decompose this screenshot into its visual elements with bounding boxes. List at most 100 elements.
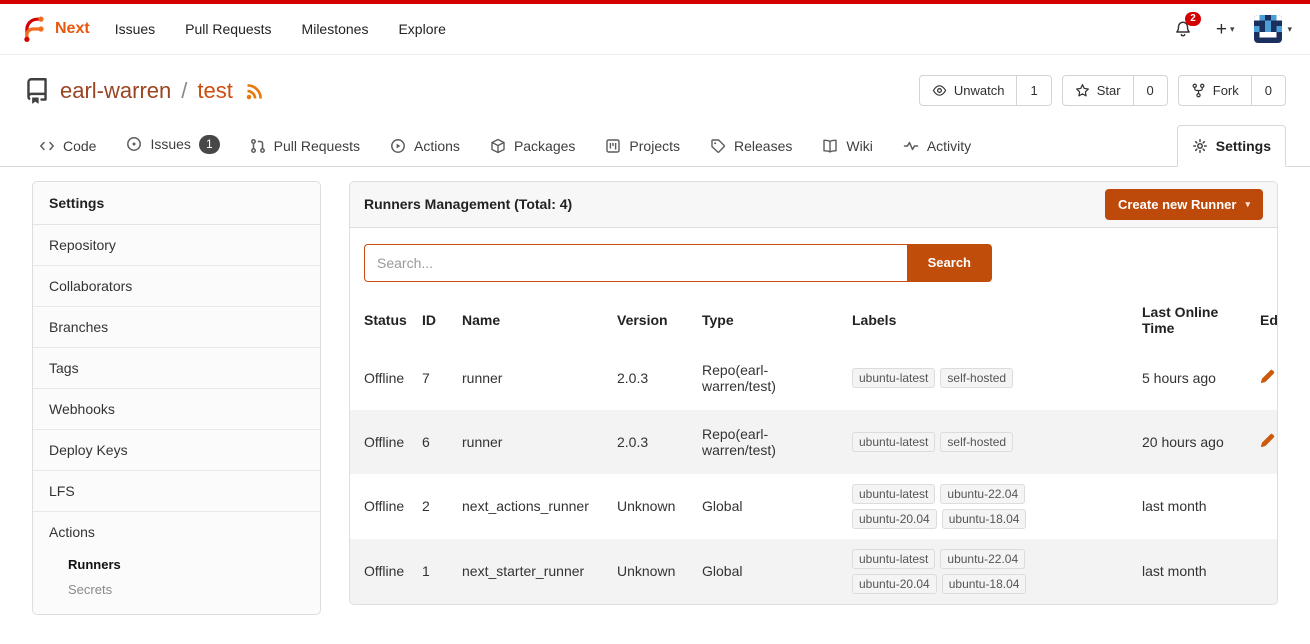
runner-status: Offline (350, 410, 414, 474)
tab-settings[interactable]: Settings (1177, 125, 1286, 167)
nav-link-milestones[interactable]: Milestones (287, 13, 384, 45)
unwatch-label: Unwatch (954, 83, 1005, 98)
create-new-menu[interactable]: + ▾ (1216, 20, 1235, 39)
runner-id: 1 (414, 539, 454, 604)
edit-runner-button[interactable] (1260, 369, 1275, 384)
tab-releases[interactable]: Releases (695, 125, 807, 167)
sidebar-item-lfs[interactable]: LFS (33, 471, 320, 512)
tab-label: Issues (150, 136, 190, 152)
stars-count[interactable]: 0 (1133, 76, 1167, 105)
col-labels: Labels (844, 294, 1134, 346)
runner-last-online: 5 hours ago (1134, 346, 1252, 410)
sidebar-item-branches[interactable]: Branches (33, 307, 320, 348)
runner-id: 2 (414, 474, 454, 539)
package-icon (490, 138, 506, 154)
avatar (1254, 15, 1282, 43)
runner-status: Offline (350, 539, 414, 604)
sidebar-item-collaborators[interactable]: Collaborators (33, 266, 320, 307)
edit-runner-button[interactable] (1260, 433, 1275, 448)
search-section: Search (350, 228, 1277, 294)
notifications-button[interactable]: 2 (1170, 16, 1196, 42)
fork-label: Fork (1213, 83, 1239, 98)
create-runner-button[interactable]: Create new Runner ▾ (1105, 189, 1263, 220)
runner-version: 2.0.3 (609, 346, 694, 410)
page-content: Settings Repository Collaborators Branch… (0, 167, 1310, 615)
sidebar-subitem-runners[interactable]: Runners (33, 552, 320, 577)
tab-label: Projects (629, 138, 680, 154)
tab-code[interactable]: Code (24, 125, 111, 167)
tab-label: Wiki (846, 138, 872, 154)
runner-label-chip: ubuntu-22.04 (940, 549, 1025, 569)
table-header-row: Status ID Name Version Type Labels Last … (350, 294, 1278, 346)
runners-table-body: Offline 7 runner 2.0.3 Repo(earl-warren/… (350, 346, 1278, 604)
runner-label-chip: ubuntu-20.04 (852, 574, 937, 594)
runner-label-chip: ubuntu-18.04 (942, 509, 1027, 529)
watchers-count[interactable]: 1 (1016, 76, 1050, 105)
sidebar-item-deploy-keys[interactable]: Deploy Keys (33, 430, 320, 471)
sidebar-item-tags[interactable]: Tags (33, 348, 320, 389)
star-button[interactable]: Star (1063, 76, 1133, 105)
plus-icon: + (1216, 20, 1227, 39)
nav-link-issues[interactable]: Issues (100, 13, 170, 45)
chevron-down-icon: ▾ (1230, 24, 1235, 35)
runner-labels: ubuntu-latestself-hosted (852, 368, 1047, 388)
play-circle-icon (390, 138, 406, 154)
sidebar-subitem-secrets[interactable]: Secrets (33, 577, 320, 602)
search-group: Search (364, 244, 992, 282)
tab-wiki[interactable]: Wiki (807, 125, 887, 167)
runner-row: Offline 1 next_starter_runner Unknown Gl… (350, 539, 1278, 604)
sidebar-item-webhooks[interactable]: Webhooks (33, 389, 320, 430)
runner-label-chip: ubuntu-latest (852, 368, 935, 388)
runner-name: next_actions_runner (454, 474, 609, 539)
tab-packages[interactable]: Packages (475, 125, 590, 167)
nav-link-pull-requests[interactable]: Pull Requests (170, 13, 286, 45)
tab-activity[interactable]: Activity (888, 125, 986, 167)
forgejo-logo-icon (18, 14, 48, 44)
repo-owner-link[interactable]: earl-warren (60, 78, 171, 104)
star-button-group: Star 0 (1062, 75, 1168, 106)
issue-icon (126, 136, 142, 152)
settings-sidebar: Settings Repository Collaborators Branch… (32, 181, 321, 615)
forks-count[interactable]: 0 (1251, 76, 1285, 105)
runner-name: next_starter_runner (454, 539, 609, 604)
tab-pull-requests[interactable]: Pull Requests (235, 125, 375, 167)
runner-labels: ubuntu-latestself-hosted (852, 432, 1047, 452)
runner-version: 2.0.3 (609, 410, 694, 474)
user-menu[interactable]: ▾ (1254, 15, 1292, 43)
panel-title: Runners Management (Total: 4) (364, 196, 572, 212)
code-icon (39, 138, 55, 154)
search-button[interactable]: Search (907, 244, 992, 282)
pencil-icon (1260, 369, 1275, 384)
rss-feed-icon[interactable] (245, 81, 265, 101)
unwatch-button[interactable]: Unwatch (920, 76, 1017, 105)
actions-submenu: Runners Secrets (33, 552, 320, 614)
fork-button[interactable]: Fork (1179, 76, 1251, 105)
runner-label-chip: self-hosted (940, 432, 1013, 452)
runner-type: Repo(earl-warren/test) (694, 410, 844, 474)
runners-table: Status ID Name Version Type Labels Last … (350, 294, 1278, 604)
fork-button-group: Fork 0 (1178, 75, 1286, 106)
tab-label: Settings (1216, 138, 1271, 154)
repo-name-link[interactable]: test (197, 78, 232, 104)
repo-tabs: Code Issues 1 Pull Requests Actions Pack… (0, 122, 1310, 167)
sidebar-item-repository[interactable]: Repository (33, 225, 320, 266)
runner-label-chip: ubuntu-22.04 (940, 484, 1025, 504)
project-board-icon (605, 138, 621, 154)
tab-actions[interactable]: Actions (375, 125, 475, 167)
runner-type: Repo(earl-warren/test) (694, 346, 844, 410)
runner-last-online: last month (1134, 474, 1252, 539)
repo-icon (24, 78, 50, 104)
nav-link-explore[interactable]: Explore (383, 13, 460, 45)
tab-issues[interactable]: Issues 1 (111, 122, 234, 167)
tab-label: Activity (927, 138, 971, 154)
runner-label-chip: ubuntu-latest (852, 432, 935, 452)
home-link[interactable]: Next (18, 14, 90, 44)
sidebar-item-actions[interactable]: Actions (33, 512, 320, 552)
book-icon (822, 138, 838, 154)
tab-projects[interactable]: Projects (590, 125, 695, 167)
tab-label: Releases (734, 138, 792, 154)
col-status: Status (350, 294, 414, 346)
navbar-right: 2 + ▾ ▾ (1170, 15, 1292, 43)
repo-title: earl-warren / test (24, 78, 265, 104)
search-input[interactable] (364, 244, 907, 282)
